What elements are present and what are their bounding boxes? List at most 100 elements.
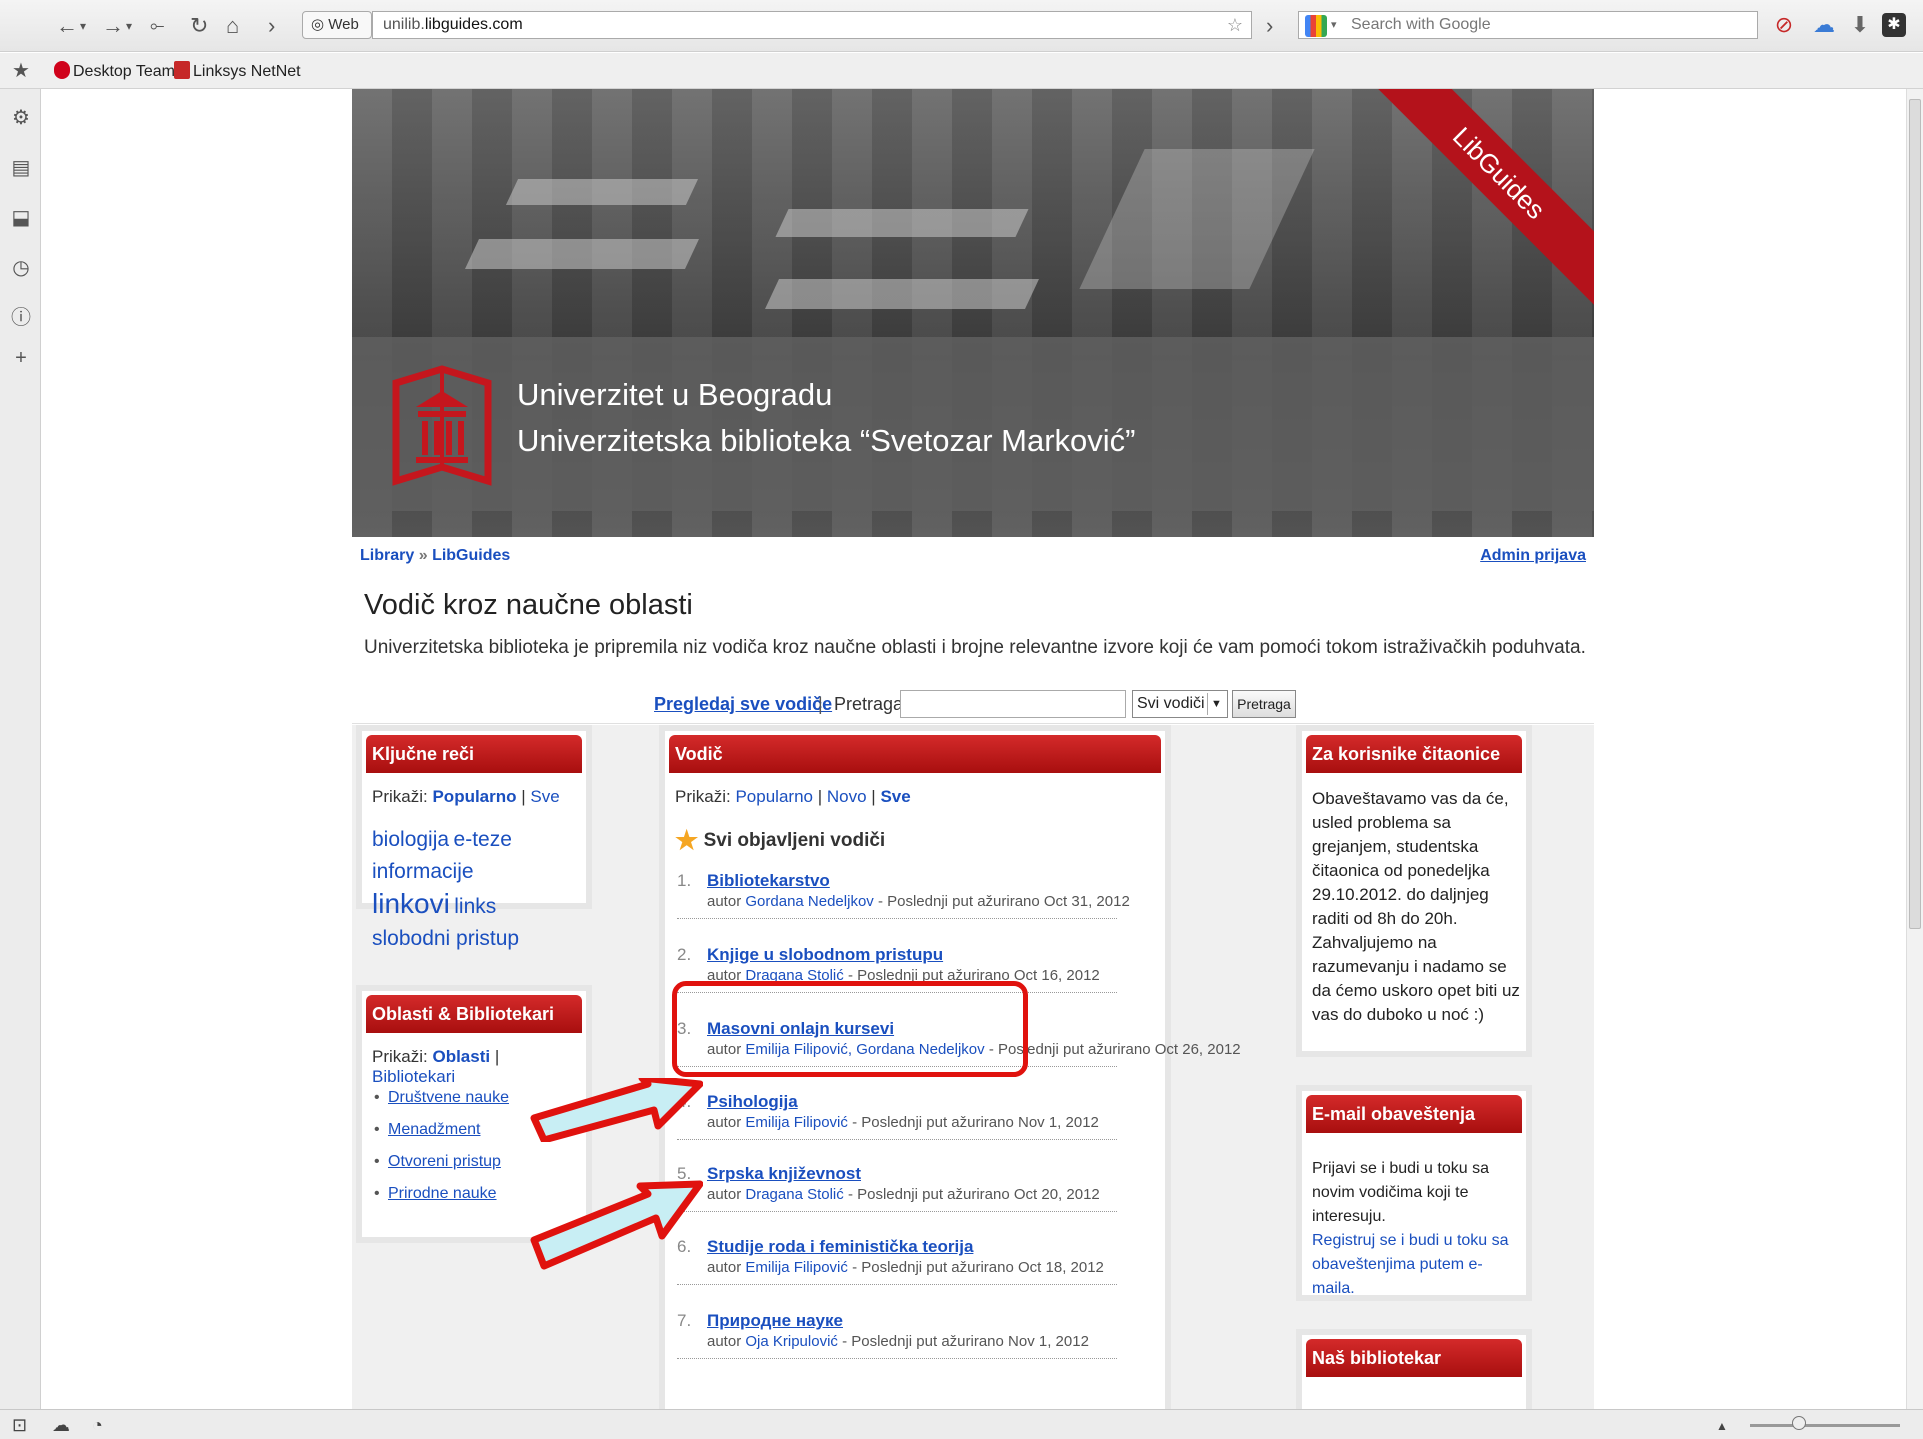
banner-photo-detail bbox=[765, 279, 1039, 309]
guide-meta: autor Emilija Filipović - Poslednji put … bbox=[707, 1114, 1099, 1131]
download-icon[interactable]: ⬓ bbox=[10, 207, 32, 229]
subject-item[interactable]: Otvoreni pristup bbox=[374, 1153, 501, 1171]
browser-toolbar: ← ▾ → ▾ ⟜ ↻ ⌂ › ◎ Web unilib.libguides.c… bbox=[0, 0, 1923, 52]
keywords-header: Ključne reči bbox=[366, 735, 582, 773]
librarian-header: Naš bibliotekar bbox=[1306, 1339, 1522, 1377]
keywords-box: Ključne reči Prikaži: Popularno | Sve bi… bbox=[356, 725, 592, 950]
guide-title-link[interactable]: Psihologija bbox=[707, 1092, 798, 1112]
guide-updated: - Poslednji put ažurirano Oct 20, 2012 bbox=[847, 1186, 1100, 1203]
guide-updated: - Poslednji put ažurirano Nov 1, 2012 bbox=[842, 1333, 1089, 1350]
email-register-link[interactable]: Registruj se i budi u toku sa obaveštenj… bbox=[1312, 1229, 1522, 1301]
guide-author-link[interactable]: Emilija Filipović bbox=[745, 1259, 848, 1276]
guide-title-link[interactable]: Bibliotekarstvo bbox=[707, 871, 830, 891]
browse-all-guides-link[interactable]: Pregledaj sve vodiče bbox=[654, 694, 832, 715]
gear-icon[interactable]: ⚙ bbox=[10, 107, 32, 129]
status-bar: ⊡ ☁ ◔ ▲ bbox=[0, 1409, 1923, 1439]
guide-title-link[interactable]: Studije roda i feministička teorija bbox=[707, 1237, 973, 1257]
ip-icon[interactable]: ☁ bbox=[1810, 10, 1838, 40]
zoom-slider-handle[interactable] bbox=[1792, 1416, 1806, 1430]
tag-e-teze[interactable]: e-teze bbox=[454, 828, 512, 851]
banner-photo-detail bbox=[505, 179, 699, 205]
page-title: Vodič kroz naučne oblasti bbox=[364, 589, 693, 621]
guide-title-link[interactable]: Knjige u slobodnom pristupu bbox=[707, 945, 943, 965]
web-badge[interactable]: ◎ Web bbox=[302, 11, 372, 39]
show-label: Prikaži: bbox=[372, 1047, 428, 1066]
guide-author-link[interactable]: Gordana Nedeljkov bbox=[745, 893, 873, 910]
keywords-all-link[interactable]: Sve bbox=[530, 787, 559, 806]
highlight-annotation bbox=[672, 981, 1028, 1077]
cloud-icon[interactable]: ☁ bbox=[52, 1415, 70, 1436]
plus-icon[interactable]: + bbox=[10, 347, 32, 369]
opera-icon bbox=[54, 61, 70, 79]
subjects-areas-link[interactable]: Oblasti bbox=[432, 1047, 490, 1066]
zoom-up-icon[interactable]: ▲ bbox=[1716, 1419, 1728, 1433]
email-header: E-mail obaveštenja bbox=[1306, 1095, 1522, 1133]
tag-slobodni-pristup[interactable]: slobodni pristup bbox=[372, 927, 519, 950]
chevron-right-icon[interactable]: › bbox=[268, 13, 275, 39]
tag-biologija[interactable]: biologija bbox=[372, 828, 449, 851]
breadcrumb-library[interactable]: Library bbox=[360, 547, 414, 564]
guide-title-link[interactable]: Природне науке bbox=[707, 1311, 843, 1331]
back-history-icon[interactable]: ▾ bbox=[80, 19, 86, 33]
forward-history-icon[interactable]: ▾ bbox=[126, 19, 132, 33]
tag-links[interactable]: links bbox=[454, 895, 496, 918]
breadcrumb-libguides[interactable]: LibGuides bbox=[432, 547, 510, 564]
guides-heading-text: Svi objavljeni vodiči bbox=[703, 830, 886, 851]
arrow-annotation-icon bbox=[530, 1180, 703, 1270]
keywords-popular-link[interactable]: Popularno bbox=[432, 787, 516, 806]
chevron-down-icon[interactable]: ▾ bbox=[1331, 12, 1337, 38]
window-icon[interactable]: ⊡ bbox=[12, 1415, 27, 1436]
scrollbar-thumb[interactable] bbox=[1909, 99, 1921, 929]
bookmark-star-icon[interactable]: ☆ bbox=[1227, 12, 1243, 38]
guides-popular-link[interactable]: Popularno bbox=[735, 787, 813, 806]
forward-icon[interactable]: → bbox=[102, 13, 124, 39]
speed-icon[interactable]: ◔ bbox=[92, 1415, 103, 1436]
author-prefix: autor bbox=[707, 1186, 742, 1203]
fast-forward-icon[interactable]: ⟜ bbox=[150, 15, 164, 36]
tag-informacije[interactable]: informacije bbox=[372, 860, 474, 883]
star-icon[interactable]: ★ bbox=[12, 58, 30, 83]
guide-search-input[interactable] bbox=[900, 690, 1126, 718]
download-arrow-icon[interactable]: ⬇ bbox=[1846, 10, 1874, 40]
guides-all-link[interactable]: Sve bbox=[880, 787, 910, 806]
history-icon[interactable]: ◷ bbox=[10, 257, 32, 279]
subject-item[interactable]: Prirodne nauke bbox=[374, 1185, 496, 1203]
info-icon[interactable]: ⓘ bbox=[10, 307, 32, 329]
author-prefix: autor bbox=[707, 893, 742, 910]
readers-box: Za korisnike čitaonice Obaveštavamo vas … bbox=[1296, 725, 1532, 1057]
back-icon[interactable]: ← bbox=[56, 13, 78, 39]
subject-item[interactable]: Menadžment bbox=[374, 1121, 480, 1139]
tag-cloud: biologija e-teze informacije linkovi lin… bbox=[372, 825, 592, 956]
adblock-icon[interactable]: ⊘ bbox=[1770, 10, 1798, 40]
guide-author-link[interactable]: Emilija Filipović bbox=[745, 1114, 848, 1131]
guide-item: 7. Природне науке autor Oja Kripulović -… bbox=[677, 1311, 1117, 1359]
guides-new-link[interactable]: Novo bbox=[827, 787, 867, 806]
url-prefix: unilib. bbox=[383, 16, 425, 33]
guide-updated: - Poslednji put ažurirano Oct 31, 2012 bbox=[877, 893, 1130, 910]
guide-author-link[interactable]: Dragana Stolić bbox=[745, 1186, 843, 1203]
admin-login-link[interactable]: Admin prijava bbox=[1480, 547, 1586, 565]
extension-icon[interactable]: ✱ bbox=[1882, 13, 1906, 37]
page-scrollbar[interactable] bbox=[1906, 89, 1923, 1409]
guide-title-link[interactable]: Srpska književnost bbox=[707, 1164, 861, 1184]
home-icon[interactable]: ⌂ bbox=[226, 13, 239, 39]
readers-header: Za korisnike čitaonice bbox=[1306, 735, 1522, 773]
subject-item[interactable]: Društvene nauke bbox=[374, 1089, 509, 1107]
notes-icon[interactable]: ▤ bbox=[10, 157, 32, 179]
bookmark-desktop-team[interactable]: Desktop Team bbox=[54, 61, 175, 81]
guide-author-link[interactable]: Oja Kripulović bbox=[745, 1333, 838, 1350]
zoom-slider[interactable] bbox=[1750, 1424, 1900, 1427]
tag-linkovi[interactable]: linkovi bbox=[372, 888, 450, 919]
email-box: E-mail obaveštenja Prijavi se i budi u t… bbox=[1296, 1085, 1532, 1301]
email-text: Prijavi se i budi u toku sa novim vodiči… bbox=[1312, 1160, 1489, 1225]
reload-icon[interactable]: ↻ bbox=[190, 13, 208, 39]
search-scope-select[interactable]: Svi vodiči ▼ bbox=[1132, 690, 1228, 718]
bookmark-linksys[interactable]: Linksys NetNet bbox=[174, 61, 301, 81]
guide-number: 1. bbox=[677, 871, 692, 890]
address-bar[interactable]: unilib.libguides.com ☆ bbox=[372, 11, 1252, 39]
search-button[interactable]: Pretraga bbox=[1232, 690, 1296, 718]
header-banner: Univerzitet u Beogradu Univerzitetska bi… bbox=[352, 89, 1594, 537]
web-search-box[interactable]: ▾ Search with Google bbox=[1298, 11, 1758, 39]
subjects-librarians-link[interactable]: Bibliotekari bbox=[372, 1067, 455, 1086]
chevron-right-icon[interactable]: › bbox=[1266, 13, 1273, 39]
